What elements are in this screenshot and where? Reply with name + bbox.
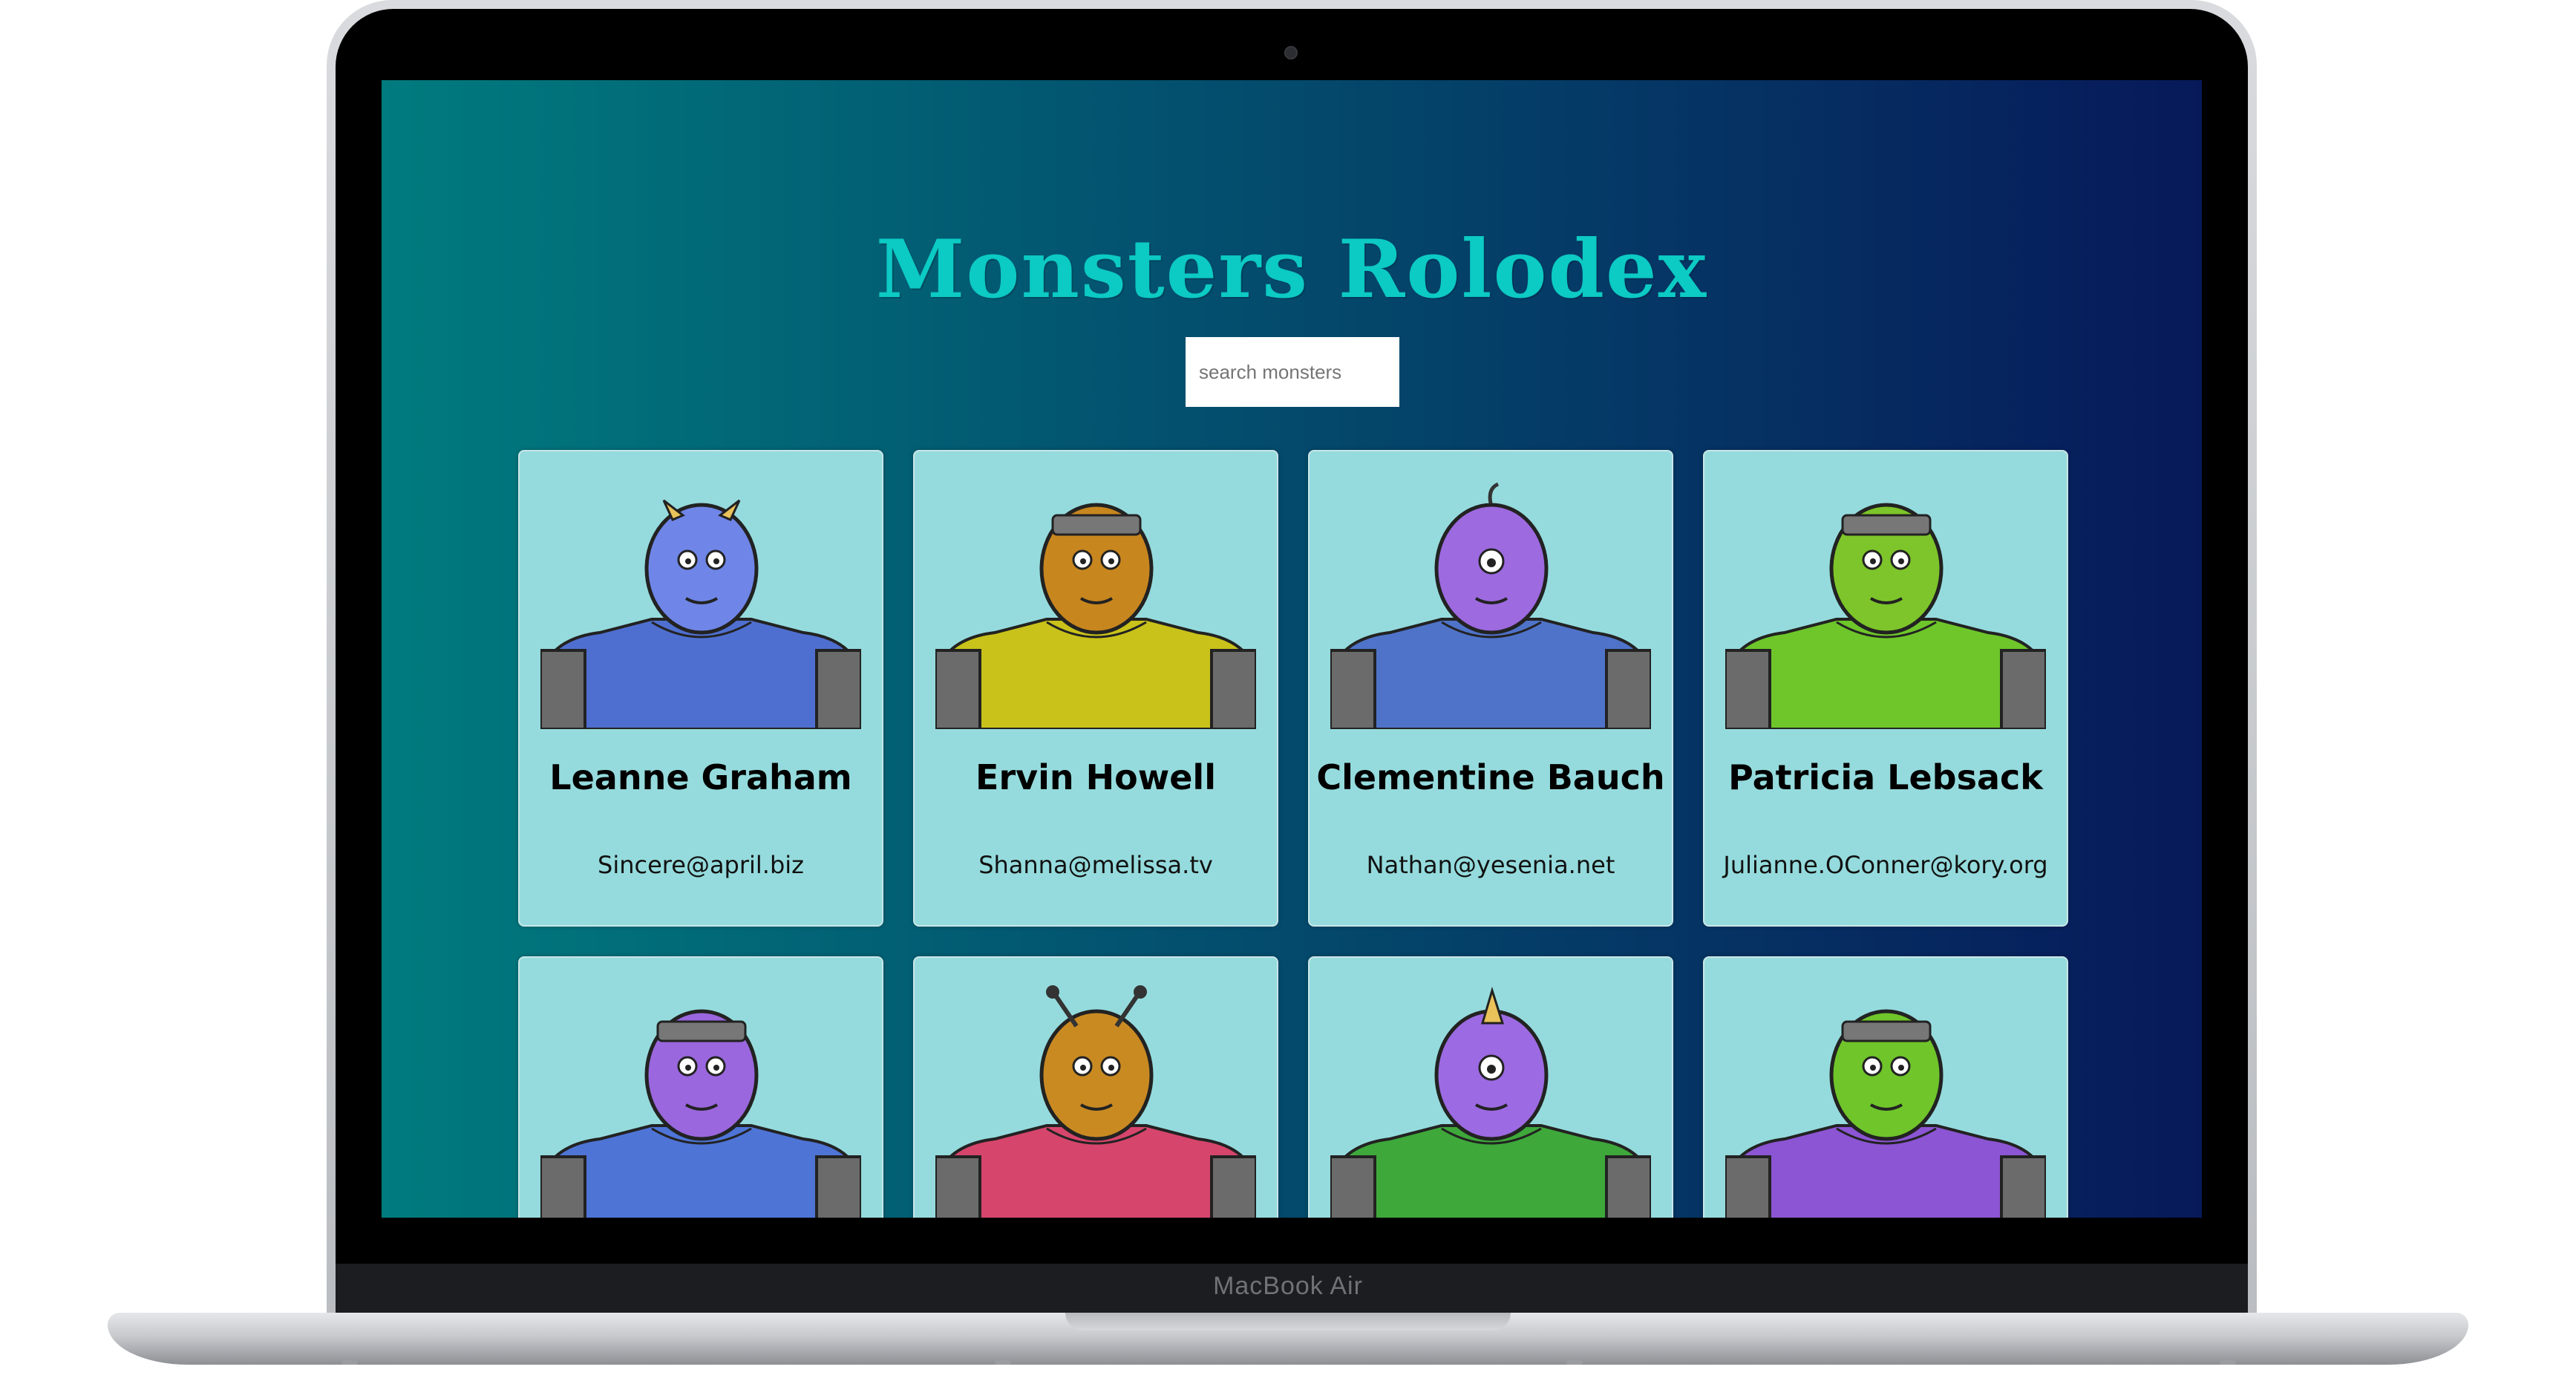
monster-email: Sincere@april.biz [598, 851, 804, 879]
monster-avatar [934, 980, 1258, 1218]
monster-name: Patricia Lebsack [1728, 757, 2043, 797]
monster-avatar [538, 474, 863, 731]
monster-card[interactable] [1703, 956, 2068, 1218]
laptop-foot [2220, 1360, 2236, 1365]
monster-avatar [1328, 474, 1653, 731]
monster-card[interactable] [518, 956, 883, 1218]
monster-avatar [1724, 980, 2047, 1218]
monster-card[interactable]: Ervin Howell Shanna@melissa.tv [913, 450, 1278, 927]
monster-avatar [933, 474, 1258, 731]
monster-name: Leanne Graham [549, 757, 852, 797]
monster-card[interactable]: Clementine Bauch Nathan@yesenia.net [1308, 450, 1673, 927]
monster-name: Clementine Bauch [1316, 757, 1665, 797]
laptop-foot [1566, 1360, 1583, 1365]
monster-email: Julianne.OConner@kory.org [1723, 851, 2048, 879]
monster-card[interactable] [1308, 956, 1673, 1218]
app-screen: Monsters Rolodex Leanne Graham Sincere@ap… [382, 80, 2202, 1218]
device-label: MacBook Air [1213, 1272, 1363, 1300]
monster-avatar [1723, 474, 2048, 731]
camera-icon [1284, 46, 1298, 59]
card-list: Leanne Graham Sincere@april.biz Ervin Howe… [518, 450, 2068, 1218]
search-input[interactable] [1186, 337, 1399, 407]
monster-avatar [539, 980, 863, 1218]
laptop-foot [341, 1360, 358, 1365]
monster-card[interactable]: Leanne Graham Sincere@april.biz [518, 450, 883, 927]
laptop-foot [995, 1360, 1011, 1365]
monster-email: Shanna@melissa.tv [978, 851, 1213, 879]
monster-card[interactable]: Patricia Lebsack Julianne.OConner@kory.or… [1703, 450, 2068, 927]
base-notch [1065, 1313, 1511, 1331]
page-title: Monsters Rolodex [875, 223, 1708, 316]
monster-avatar [1329, 980, 1653, 1218]
monster-email: Nathan@yesenia.net [1366, 851, 1615, 879]
monster-card[interactable] [913, 956, 1278, 1218]
monster-name: Ervin Howell [975, 757, 1216, 797]
